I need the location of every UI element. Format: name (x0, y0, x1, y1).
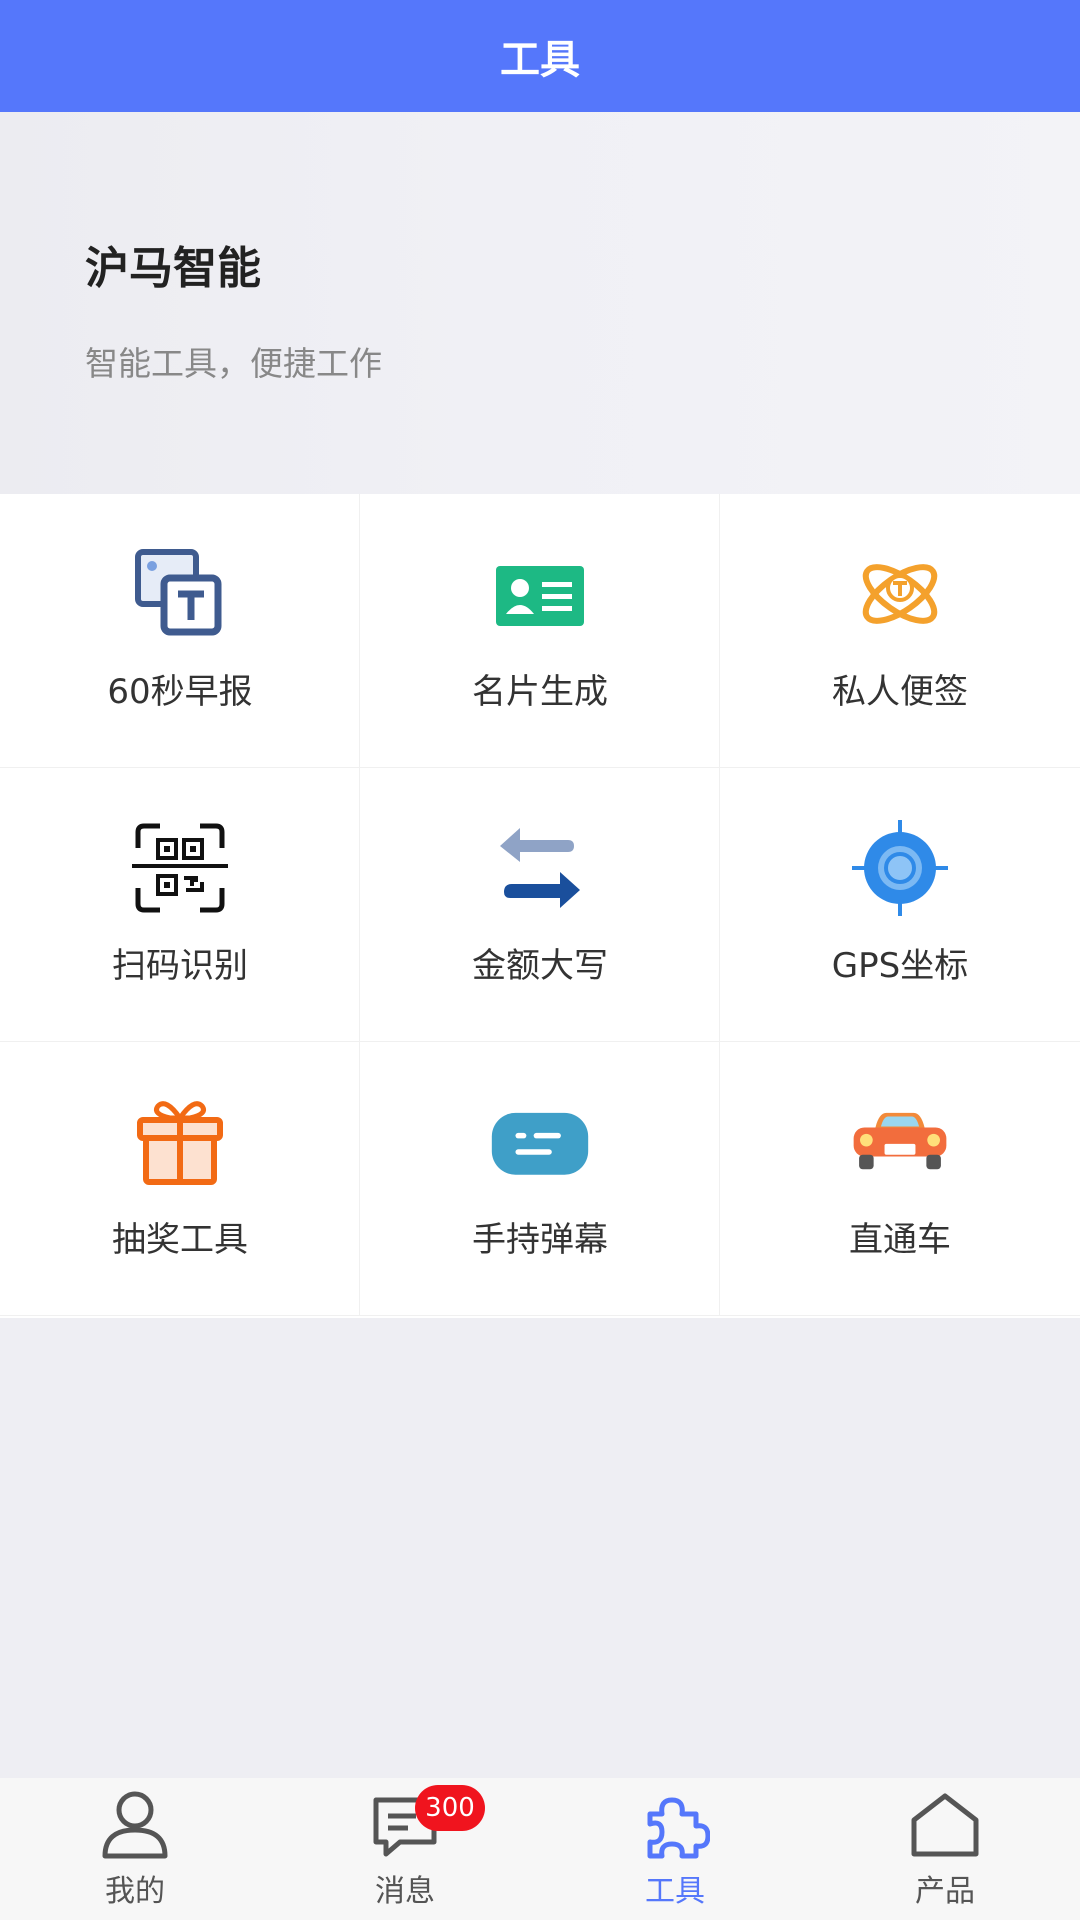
gps-target-icon (850, 818, 950, 918)
brand-title: 沪马智能 (85, 243, 261, 294)
tool-label: GPS坐标 (831, 946, 969, 986)
tab-mine[interactable]: 我的 (0, 1778, 270, 1920)
tab-label: 消息 (375, 1874, 435, 1909)
business-card-icon (490, 544, 590, 644)
page-header: 工具 (0, 0, 1080, 112)
tool-handheld-danmaku[interactable]: 手持弹幕 (360, 1042, 720, 1316)
tool-qr-scan[interactable]: 扫码识别 (0, 768, 360, 1042)
tool-amount-uppercase[interactable]: 金额大写 (360, 768, 720, 1042)
tool-label: 扫码识别 (112, 946, 248, 986)
tab-tools[interactable]: 工具 (540, 1778, 810, 1920)
tool-express-car[interactable]: 直通车 (720, 1042, 1080, 1316)
tool-label: 私人便签 (832, 672, 968, 712)
tool-private-note[interactable]: 私人便签 (720, 494, 1080, 768)
tool-grid: 60秒早报 名片生成 私人便签 扫码识别 金额大写 GPS坐标 抽奖工具 手持弹… (0, 494, 1080, 1318)
news-image-text-icon (130, 544, 230, 644)
tab-label: 我的 (105, 1874, 165, 1909)
home-icon (910, 1790, 980, 1860)
tool-label: 手持弹幕 (472, 1220, 608, 1260)
tool-label: 名片生成 (472, 672, 608, 712)
tab-label: 工具 (645, 1874, 705, 1909)
puzzle-icon (640, 1790, 711, 1860)
tool-news[interactable]: 60秒早报 (0, 494, 360, 768)
tool-business-card[interactable]: 名片生成 (360, 494, 720, 768)
message-count-badge: 300 (415, 1785, 485, 1831)
brand-subtitle: 智能工具，便捷工作 (85, 344, 382, 383)
tool-label: 60秒早报 (107, 672, 253, 712)
tool-lottery[interactable]: 抽奖工具 (0, 1042, 360, 1316)
gift-icon (130, 1092, 230, 1192)
tab-label: 产品 (915, 1874, 975, 1909)
car-icon (850, 1092, 950, 1192)
brand-banner: 沪马智能 智能工具，便捷工作 (0, 112, 1080, 494)
chat-bubble-icon (490, 1092, 590, 1192)
tab-products[interactable]: 产品 (810, 1778, 1080, 1920)
exchange-arrows-icon (490, 818, 590, 918)
atom-note-icon (850, 544, 950, 644)
tool-label: 抽奖工具 (112, 1220, 248, 1260)
tool-gps[interactable]: GPS坐标 (720, 768, 1080, 1042)
qr-scan-icon (130, 818, 230, 918)
bottom-tab-bar: 我的 消息 工具 产品 (0, 1778, 1080, 1920)
tool-label: 金额大写 (472, 946, 608, 986)
user-icon (100, 1790, 170, 1860)
tab-messages[interactable]: 消息 (270, 1778, 540, 1920)
tool-label: 直通车 (849, 1220, 951, 1260)
page-title: 工具 (500, 37, 580, 83)
